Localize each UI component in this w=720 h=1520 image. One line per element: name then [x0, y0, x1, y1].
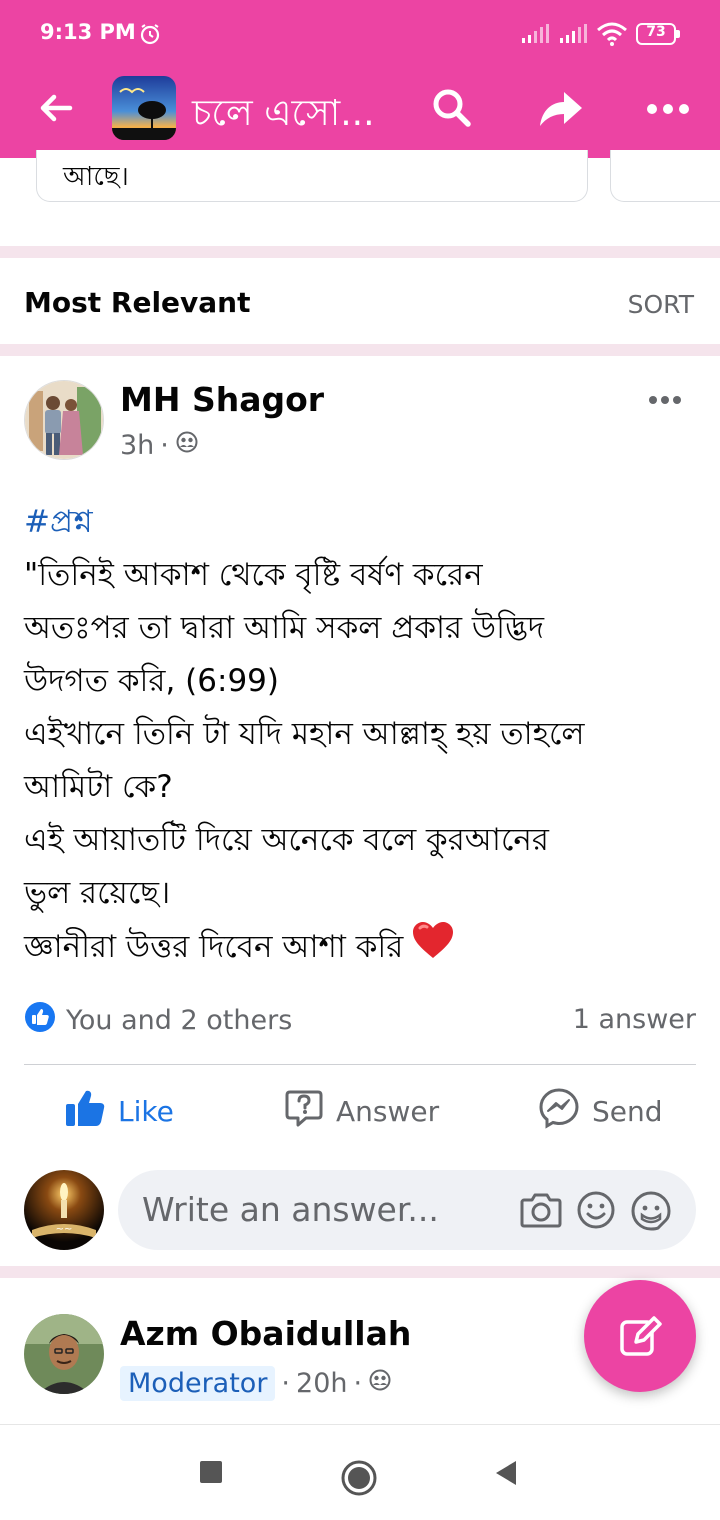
compose-button[interactable]	[584, 1280, 696, 1392]
reactions-text: You and 2 others	[66, 1004, 293, 1036]
answers-count[interactable]: 1 answer	[573, 1004, 696, 1035]
home-icon[interactable]	[340, 1459, 378, 1501]
alarm-icon	[138, 22, 162, 50]
battery-icon: 73	[636, 23, 680, 45]
meta-separator: ·	[353, 1368, 363, 1399]
post-body: #প্রশ্ন "তিনিই আকাশ থেকে বৃষ্টি বর্ষণ কর…	[24, 496, 704, 977]
more-icon[interactable]	[646, 100, 690, 119]
send-label: Send	[592, 1094, 663, 1128]
like-label: Like	[118, 1094, 174, 1128]
post-line: "তিনিই আকাশ থেকে বৃষ্টি বর্ষণ করেন	[24, 557, 483, 593]
post-time[interactable]: 3h	[120, 430, 154, 461]
battery-level: 73	[646, 24, 666, 40]
svg-text:~~: ~~	[56, 1224, 73, 1235]
like-reaction-icon	[24, 1001, 56, 1040]
user-avatar[interactable]: ~~	[24, 1170, 104, 1250]
group-title[interactable]: চলে এসো...	[192, 86, 375, 146]
signal-icon	[558, 24, 588, 48]
sort-row: Most Relevant SORT	[0, 264, 720, 344]
sticker-icon[interactable]	[630, 1190, 672, 1236]
next-post-meta: Moderator · 20h ·	[120, 1366, 392, 1401]
meta-separator: ·	[160, 430, 169, 461]
next-post-time[interactable]: 20h	[296, 1368, 347, 1399]
post-line-text: জ্ঞানীরা উত্তর দিবেন আশা করি	[24, 929, 404, 965]
post-line-last: জ্ঞানীরা উত্তর দিবেন আশা করি	[24, 920, 704, 977]
top-bar: 9:13 PM 73 চলে এসো...	[0, 0, 720, 158]
answer-button[interactable]: Answer	[284, 1088, 439, 1134]
heart-emoji-icon	[411, 920, 455, 977]
next-post-author[interactable]: Azm Obaidullah	[120, 1314, 411, 1353]
answer-label: Answer	[336, 1094, 440, 1128]
divider	[24, 1064, 696, 1065]
back-arrow-icon[interactable]	[36, 88, 76, 128]
send-button[interactable]: Send	[538, 1087, 663, 1136]
answer-input[interactable]: Write an answer...	[118, 1170, 696, 1250]
group-avatar[interactable]	[112, 76, 176, 140]
camera-icon[interactable]	[520, 1190, 562, 1234]
wifi-icon	[596, 22, 628, 50]
status-time: 9:13 PM	[40, 20, 136, 44]
signal-icon	[520, 24, 550, 48]
messenger-icon	[538, 1087, 580, 1136]
sort-button[interactable]: SORT	[628, 290, 694, 319]
section-divider	[0, 1266, 720, 1278]
author-avatar[interactable]	[24, 380, 104, 460]
recent-apps-icon[interactable]	[198, 1459, 224, 1489]
question-bubble-icon	[284, 1088, 324, 1135]
post-author[interactable]: MH Shagor	[120, 380, 324, 419]
group-privacy-icon	[368, 1368, 392, 1399]
search-icon[interactable]	[430, 86, 474, 134]
next-author-avatar[interactable]	[24, 1314, 104, 1394]
system-nav-bar	[0, 1424, 720, 1520]
section-divider	[0, 246, 720, 258]
reactions-summary[interactable]: You and 2 others	[24, 1000, 292, 1040]
sort-label: Most Relevant	[24, 286, 251, 319]
thumbs-up-icon	[64, 1088, 106, 1135]
section-divider	[0, 344, 720, 356]
post-line: অতঃপর তা দ্বারা আমি সকল প্রকার উদ্ভিদ	[24, 610, 545, 646]
meta-separator: ·	[281, 1368, 291, 1399]
post-more-icon[interactable]	[648, 390, 682, 409]
moderator-badge: Moderator	[120, 1366, 276, 1401]
like-button[interactable]: Like	[64, 1088, 174, 1134]
status-bar: 9:13 PM 73	[0, 0, 720, 64]
back-nav-icon[interactable]	[492, 1459, 520, 1491]
post-line: এইখানে তিনি টা যদি মহান আল্লাহ্ হয় তাহল…	[24, 716, 585, 752]
post-meta: 3h ·	[120, 430, 199, 461]
post-actions: Like Answer Send	[0, 1076, 720, 1146]
answer-placeholder: Write an answer...	[142, 1190, 439, 1229]
post-line: এই আয়াতটি দিয়ে অনেকে বলে কুরআনের	[24, 822, 549, 858]
post-line: আমিটা কে?	[24, 769, 173, 805]
emoji-icon[interactable]	[576, 1190, 616, 1234]
post-line: ভুল রয়েছে।	[24, 875, 171, 911]
share-icon[interactable]	[536, 82, 586, 136]
app-bar: চলে এসো...	[0, 64, 720, 158]
post-line: উদগত করি, (6:99)	[24, 663, 279, 699]
group-privacy-icon	[175, 430, 199, 461]
previous-card[interactable]: আছে।	[36, 150, 588, 202]
previous-card-text: আছে।	[63, 162, 129, 192]
previous-card-next[interactable]	[610, 150, 720, 202]
post-hashtag[interactable]: #প্রশ্ন	[24, 496, 704, 549]
